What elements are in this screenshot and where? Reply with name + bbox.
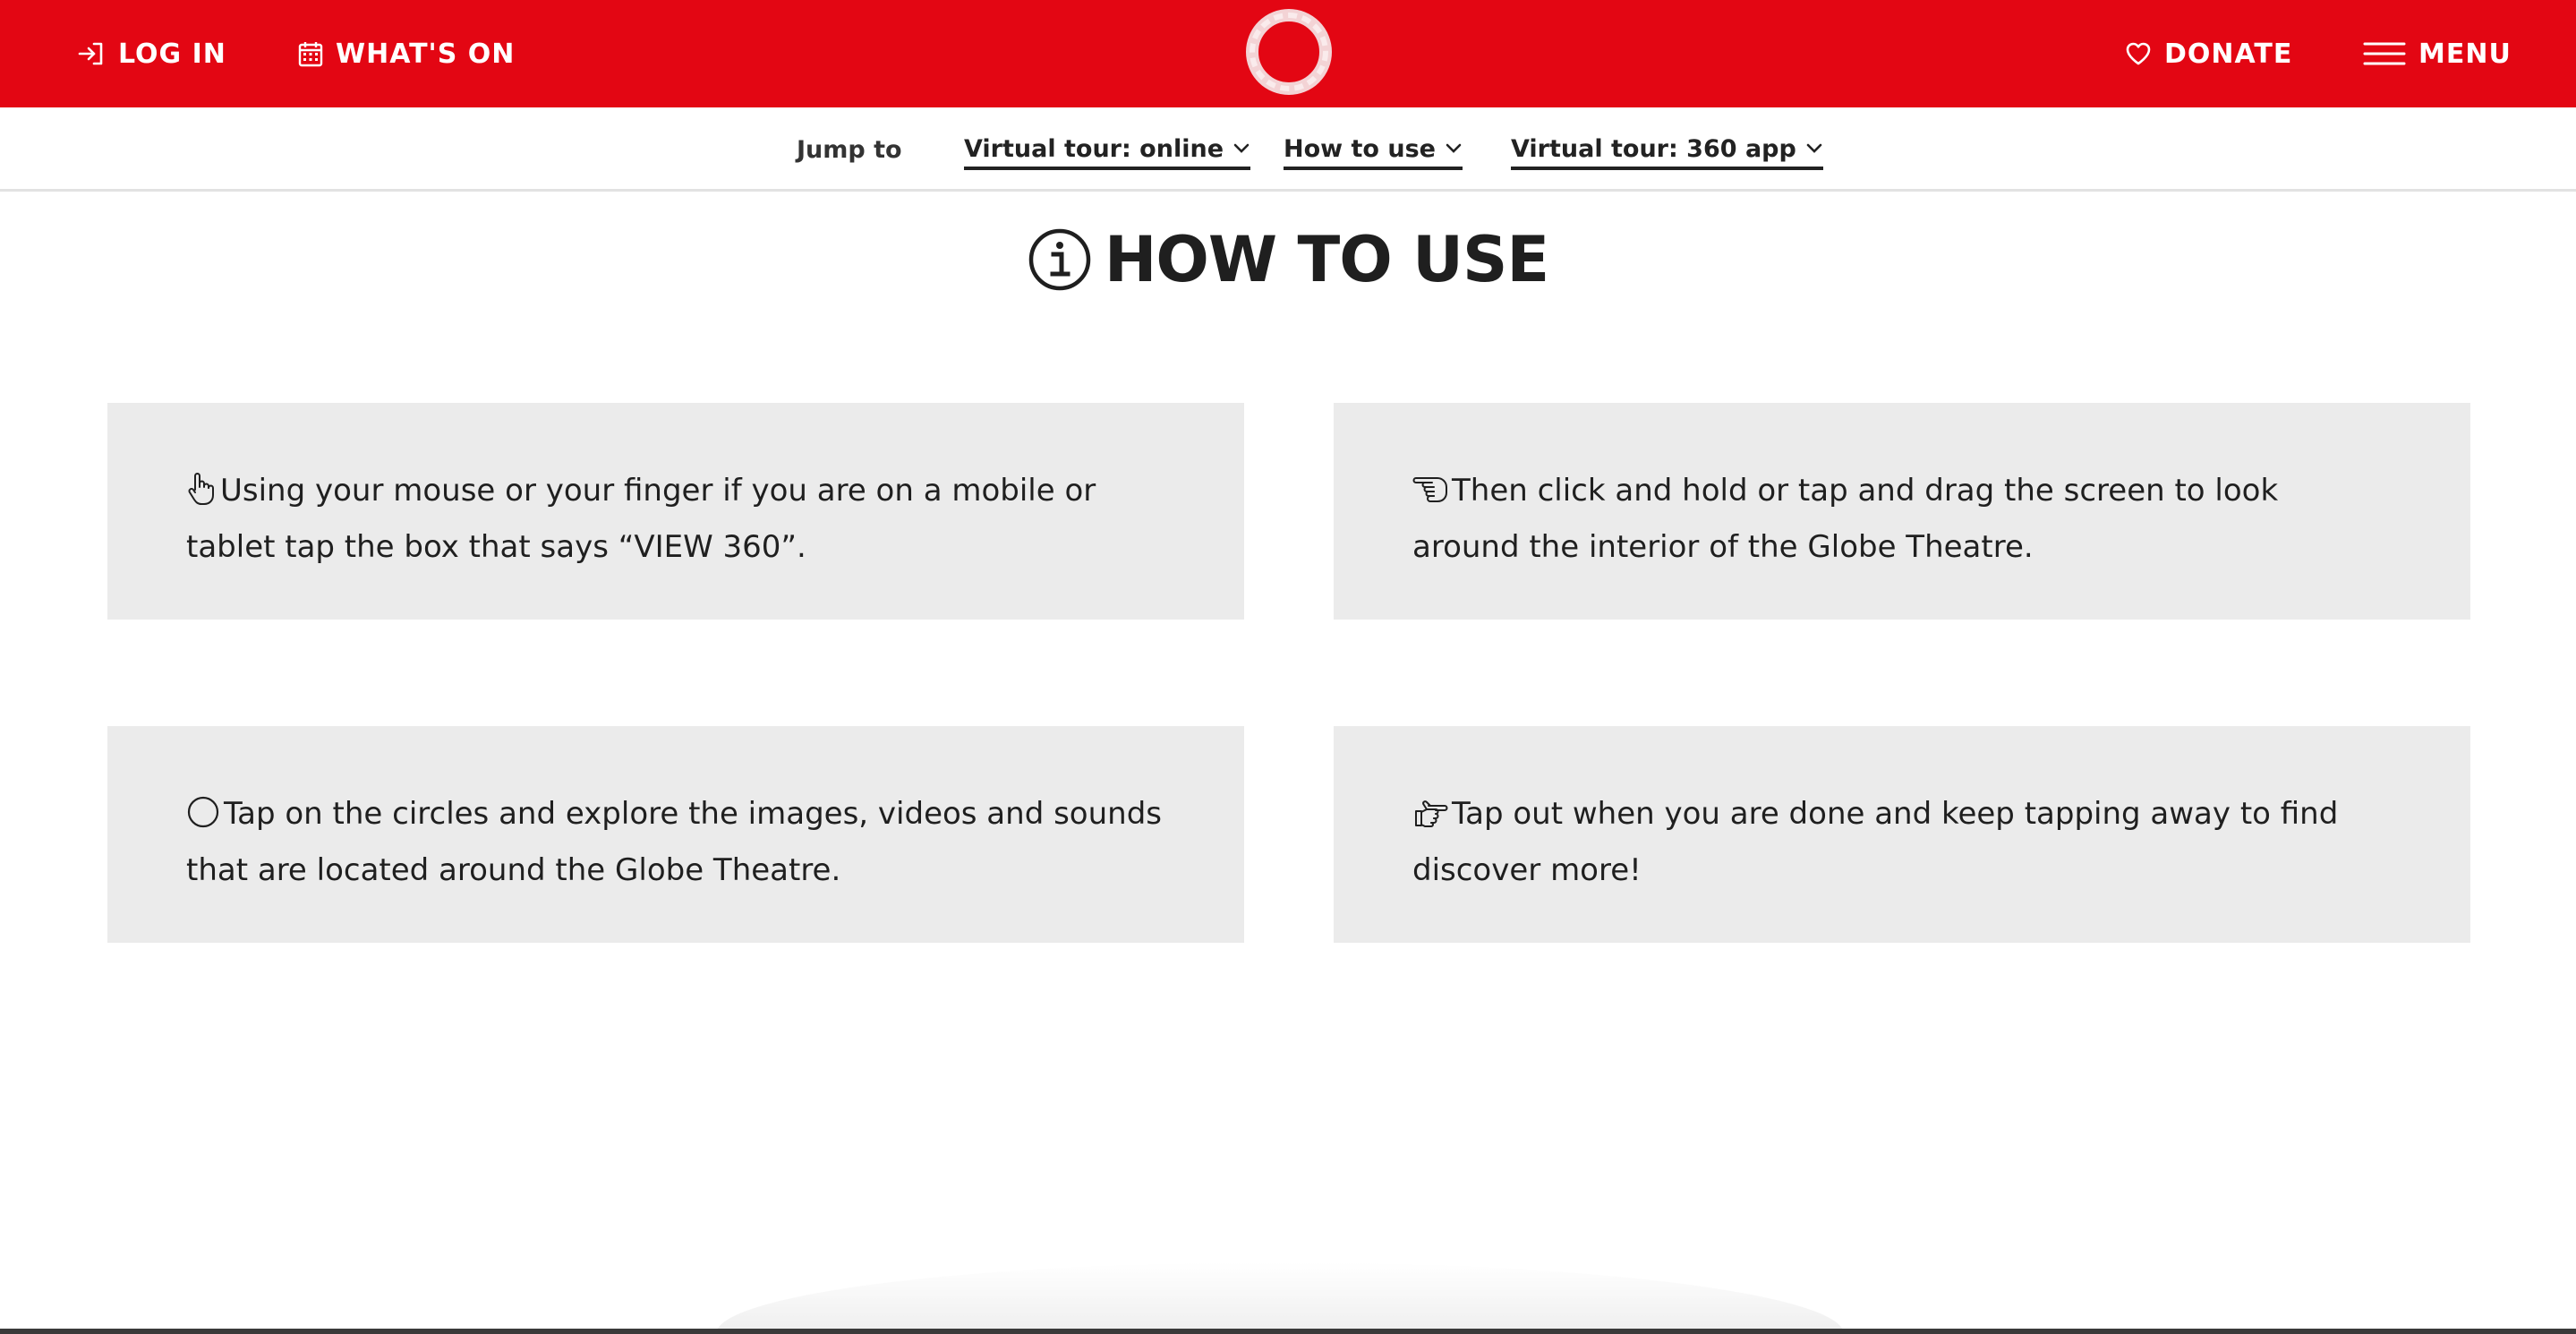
donate-label: DONATE xyxy=(2164,38,2293,70)
calendar-icon xyxy=(298,40,323,67)
jump-link-label: Virtual tour: online xyxy=(964,134,1224,163)
hand-point-left-icon xyxy=(1412,471,1448,522)
step-card: Then click and hold or tap and drag the … xyxy=(1334,403,2470,620)
section-heading: HOW TO USE xyxy=(0,217,2576,303)
step-text: Tap on the circles and explore the image… xyxy=(186,796,1162,888)
menu-label: MENU xyxy=(2418,38,2512,70)
jump-link-label: Virtual tour: 360 app xyxy=(1511,134,1796,163)
login-icon xyxy=(77,41,106,66)
hand-point-right-icon xyxy=(1412,794,1448,845)
step-text: Using your mouse or your finger if you a… xyxy=(186,473,1096,565)
whats-on-label: WHAT'S ON xyxy=(336,38,516,70)
jump-link-virtual-tour-360-app[interactable]: Virtual tour: 360 app xyxy=(1511,131,1823,170)
step-text: Tap out when you are done and keep tappi… xyxy=(1412,796,2339,888)
jump-to-label: Jump to xyxy=(797,135,902,164)
menu-button[interactable]: MENU xyxy=(2363,0,2512,107)
jump-link-label: How to use xyxy=(1284,134,1436,163)
jump-link-how-to-use[interactable]: How to use xyxy=(1284,131,1463,170)
heart-icon xyxy=(2125,41,2152,66)
globe-logo[interactable] xyxy=(1244,7,1334,97)
window-edge xyxy=(0,1329,2576,1334)
info-icon xyxy=(1028,227,1092,292)
circle-icon xyxy=(186,794,220,845)
chevron-down-icon xyxy=(1805,142,1823,155)
whats-on-link[interactable]: WHAT'S ON xyxy=(298,0,515,107)
step-text: Then click and hold or tap and drag the … xyxy=(1412,473,2279,565)
scroll-shadow xyxy=(716,1262,1844,1334)
jump-link-virtual-tour-online[interactable]: Virtual tour: online xyxy=(964,131,1250,170)
jump-to-bar: Jump to Virtual tour: online How to use … xyxy=(0,107,2576,192)
page-title: HOW TO USE xyxy=(1104,223,1549,296)
hand-pointer-icon xyxy=(186,471,217,522)
chevron-down-icon xyxy=(1233,142,1250,155)
login-label: LOG IN xyxy=(118,38,226,70)
login-link[interactable]: LOG IN xyxy=(77,0,226,107)
hamburger-icon xyxy=(2363,40,2406,67)
step-card: Tap on the circles and explore the image… xyxy=(107,726,1244,943)
donate-link[interactable]: DONATE xyxy=(2125,0,2292,107)
step-card: Using your mouse or your finger if you a… xyxy=(107,403,1244,620)
chevron-down-icon xyxy=(1445,142,1463,155)
step-card: Tap out when you are done and keep tappi… xyxy=(1334,726,2470,943)
top-navigation-bar: LOG IN WHAT'S ON DONATE MENU xyxy=(0,0,2576,107)
